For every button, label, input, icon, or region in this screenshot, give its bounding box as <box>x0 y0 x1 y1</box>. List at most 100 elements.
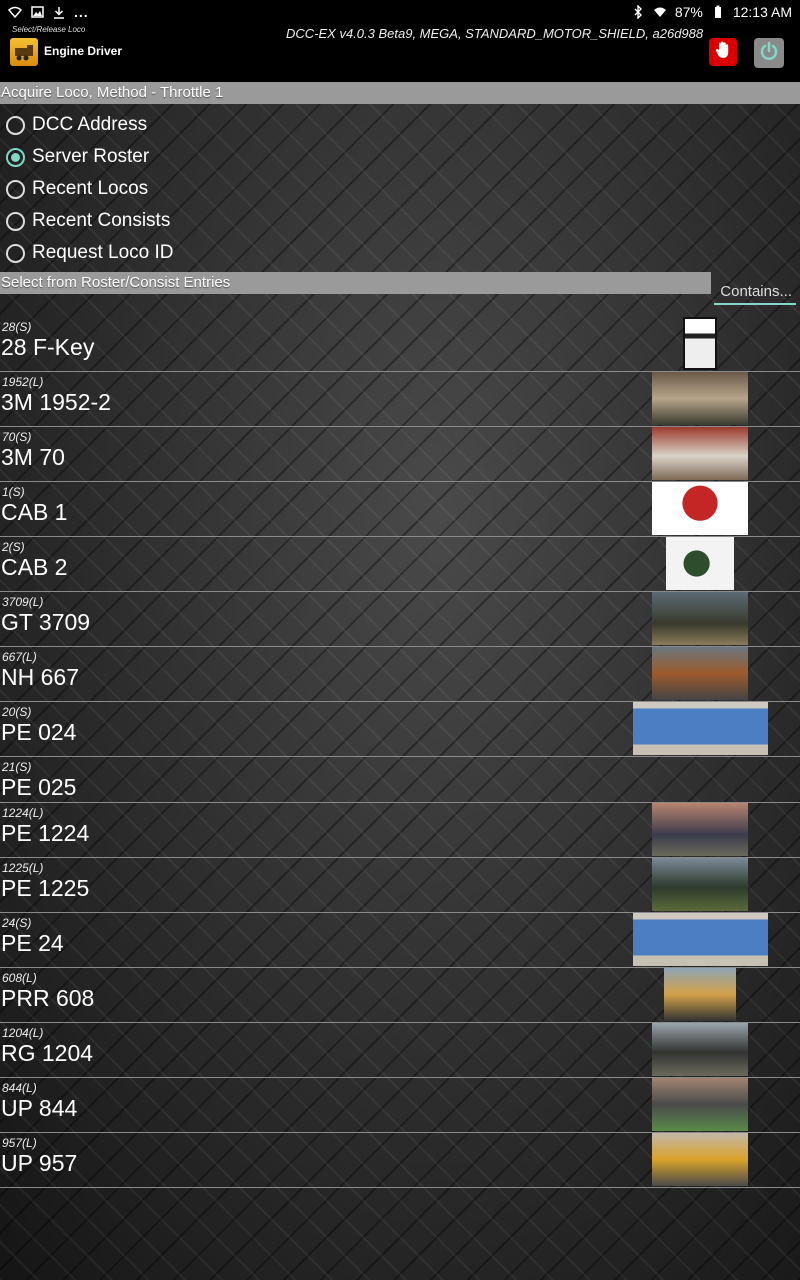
roster-entry[interactable]: 70(S) 3M 70 <box>0 427 800 482</box>
radio-button[interactable] <box>6 179 25 199</box>
loco-thumbnail <box>683 317 717 370</box>
roster-name: CAB 1 <box>1 499 68 525</box>
roster-name: RG 1204 <box>1 1040 94 1066</box>
roster-name: PE 025 <box>1 774 77 800</box>
app-title: Engine Driver <box>44 44 123 58</box>
wifi-icon <box>8 5 22 19</box>
roster-address: 1952(L) <box>2 375 44 389</box>
roster-address: 844(L) <box>2 1081 37 1095</box>
overflow-indicator: ... <box>74 4 89 20</box>
roster-entry[interactable]: 2(S) CAB 2 <box>0 537 800 592</box>
roster-address: 28(S) <box>2 320 32 334</box>
roster-entry[interactable]: 957(L) UP 957 <box>0 1133 800 1188</box>
roster-name: GT 3709 <box>1 609 91 635</box>
roster-address: 1225(L) <box>2 861 44 875</box>
hand-stop-icon <box>715 41 731 64</box>
loco-thumbnail <box>652 1023 748 1076</box>
roster-address: 24(S) <box>2 916 32 930</box>
radio-dcc-address[interactable]: DCC Address <box>6 111 147 139</box>
roster-entry[interactable]: 844(L) UP 844 <box>0 1078 800 1133</box>
server-info: DCC-EX v4.0.3 Beta9, MEGA, STANDARD_MOTO… <box>286 26 704 41</box>
roster-entry[interactable]: 1204(L) RG 1204 <box>0 1023 800 1078</box>
loco-thumbnail <box>633 702 768 755</box>
roster-address: 667(L) <box>2 650 37 664</box>
loco-thumbnail <box>652 372 748 425</box>
radio-button[interactable] <box>6 211 25 231</box>
radio-label: Recent Locos <box>32 178 149 199</box>
loco-thumbnail <box>633 913 768 966</box>
track-power-button[interactable] <box>754 38 784 68</box>
roster-entry[interactable]: 1(S) CAB 1 <box>0 482 800 537</box>
radio-label: DCC Address <box>32 114 148 135</box>
radio-recent-locos[interactable]: Recent Locos <box>6 175 148 203</box>
roster-header: Select from Roster/Consist Entries <box>0 272 711 294</box>
radio-label: Request Loco ID <box>32 242 174 263</box>
radio-button[interactable] <box>6 147 25 167</box>
roster-entry[interactable]: 608(L) PRR 608 <box>0 968 800 1023</box>
image-icon <box>30 5 44 19</box>
loco-thumbnail <box>652 482 748 535</box>
roster-name: 3M 1952-2 <box>1 389 111 415</box>
radio-recent-consists[interactable]: Recent Consists <box>6 207 170 235</box>
power-icon <box>759 41 779 66</box>
roster-name: 3M 70 <box>1 444 65 470</box>
battery-level: 87% <box>674 4 703 20</box>
roster-address: 20(S) <box>2 705 32 719</box>
status-bar: ... 87% 12:13 AM <box>0 0 800 24</box>
loco-thumbnail <box>652 427 748 480</box>
roster-name: PRR 608 <box>1 985 95 1011</box>
loco-thumbnail <box>652 647 748 700</box>
roster-name: PE 24 <box>1 930 64 956</box>
loco-thumbnail <box>666 537 734 590</box>
roster-entry[interactable]: 28(S) 28 F-Key <box>0 317 800 372</box>
roster-name: UP 957 <box>1 1150 78 1176</box>
roster-address: 1204(L) <box>2 1026 44 1040</box>
roster-list: 28(S) 28 F-Key 1952(L) 3M 1952-2 70(S) 3… <box>0 317 800 1188</box>
roster-name: PE 024 <box>1 719 77 745</box>
roster-name: PE 1224 <box>1 820 90 846</box>
roster-entry[interactable]: 667(L) NH 667 <box>0 647 800 702</box>
train-logo-icon[interactable] <box>10 38 38 66</box>
roster-address: 608(L) <box>2 971 37 985</box>
download-icon <box>52 5 66 19</box>
roster-name: UP 844 <box>1 1095 78 1121</box>
roster-entry[interactable]: 3709(L) GT 3709 <box>0 592 800 647</box>
roster-address: 957(L) <box>2 1136 37 1150</box>
loco-thumbnail <box>652 592 748 645</box>
roster-name: 28 F-Key <box>1 334 95 360</box>
roster-address: 70(S) <box>2 430 32 444</box>
roster-address: 1(S) <box>2 485 25 499</box>
roster-entry[interactable]: 1225(L) PE 1225 <box>0 858 800 913</box>
screen-subtitle: Select/Release Loco <box>12 25 86 34</box>
wifi-signal-icon <box>653 5 667 19</box>
roster-entry[interactable]: 21(S) PE 025 <box>0 757 800 803</box>
roster-name: NH 667 <box>1 664 79 690</box>
bluetooth-icon <box>631 5 645 19</box>
roster-address: 1224(L) <box>2 806 44 820</box>
radio-button[interactable] <box>6 115 25 135</box>
roster-address: 21(S) <box>2 760 32 774</box>
app-bar: Select/Release Loco Engine Driver DCC-EX… <box>0 24 800 82</box>
roster-entry[interactable]: 20(S) PE 024 <box>0 702 800 757</box>
loco-thumbnail <box>652 1133 748 1186</box>
roster-filter-input[interactable]: Contains... <box>714 283 796 305</box>
emergency-stop-button[interactable] <box>709 38 737 66</box>
roster-entry[interactable]: 1952(L) 3M 1952-2 <box>0 372 800 427</box>
radio-label: Recent Consists <box>32 210 171 231</box>
roster-entry[interactable]: 1224(L) PE 1224 <box>0 803 800 858</box>
clock: 12:13 AM <box>732 4 792 20</box>
loco-thumbnail <box>652 1078 748 1131</box>
loco-thumbnail <box>652 858 748 911</box>
loco-thumbnail <box>652 803 748 856</box>
radio-request-loco-id[interactable]: Request Loco ID <box>6 239 174 267</box>
acquire-method-header: Acquire Loco, Method - Throttle 1 <box>0 82 800 104</box>
radio-button[interactable] <box>6 243 25 263</box>
roster-name: PE 1225 <box>1 875 90 901</box>
battery-icon <box>711 5 725 19</box>
loco-thumbnail <box>664 968 736 1021</box>
roster-address: 3709(L) <box>2 595 44 609</box>
radio-server-roster[interactable]: Server Roster <box>6 143 149 171</box>
roster-entry[interactable]: 24(S) PE 24 <box>0 913 800 968</box>
roster-name: CAB 2 <box>1 554 68 580</box>
roster-address: 2(S) <box>2 540 25 554</box>
